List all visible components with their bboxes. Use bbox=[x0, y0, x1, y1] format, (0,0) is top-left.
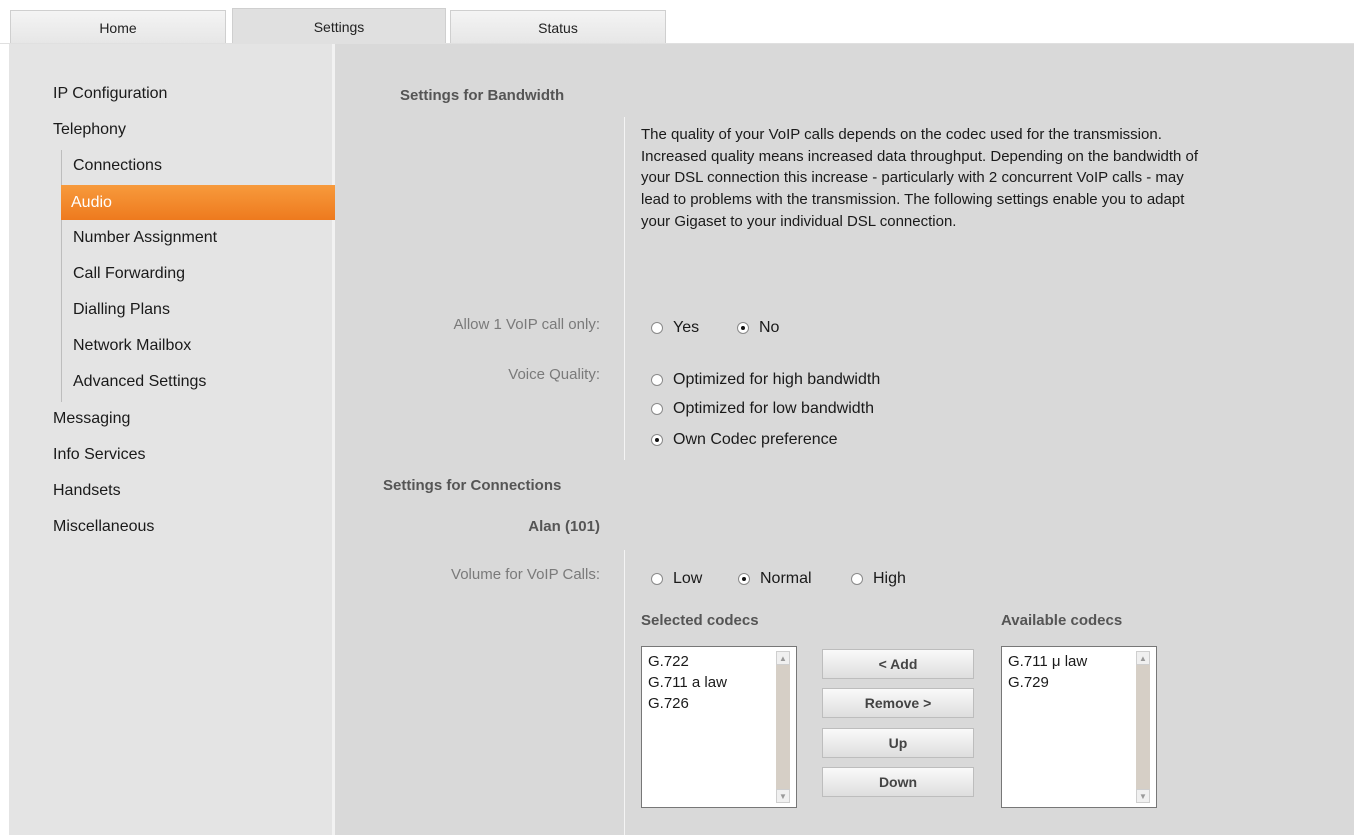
move-down-button[interactable]: Down bbox=[822, 767, 974, 797]
bandwidth-description: The quality of your VoIP calls depends o… bbox=[641, 126, 1199, 230]
connections-section-title: Settings for Connections bbox=[383, 477, 562, 494]
tab-home[interactable]: Home bbox=[10, 10, 226, 44]
sidebar-item-network-mailbox[interactable]: Network Mailbox bbox=[73, 337, 191, 355]
radio-checked-icon bbox=[651, 434, 663, 446]
allow-one-call-yes-radio[interactable]: Yes bbox=[651, 319, 699, 337]
voice-quality-high-radio[interactable]: Optimized for high bandwidth bbox=[651, 371, 880, 389]
available-codecs-list[interactable]: G.711 μ law G.729 ▲ ▼ bbox=[1001, 646, 1157, 808]
tab-settings[interactable]: Settings bbox=[232, 8, 446, 44]
volume-normal-label: Normal bbox=[760, 570, 812, 587]
scroll-down-icon[interactable]: ▼ bbox=[776, 789, 790, 803]
sidebar-item-handsets[interactable]: Handsets bbox=[53, 482, 121, 500]
sidebar-item-dialling-plans[interactable]: Dialling Plans bbox=[73, 301, 170, 319]
radio-circle-icon bbox=[851, 573, 863, 585]
list-item[interactable]: G.729 bbox=[1008, 672, 1087, 693]
column-divider-connections bbox=[624, 550, 625, 835]
selected-codecs-scrollbar[interactable]: ▲ ▼ bbox=[776, 651, 790, 803]
volume-label: Volume for VoIP Calls: bbox=[451, 566, 600, 583]
top-tab-bar: Home Settings Status bbox=[0, 0, 1354, 44]
available-codecs-items: G.711 μ law G.729 bbox=[1008, 651, 1087, 693]
available-codecs-scrollbar[interactable]: ▲ ▼ bbox=[1136, 651, 1150, 803]
voice-quality-high-label: Optimized for high bandwidth bbox=[673, 371, 881, 388]
voice-quality-label: Voice Quality: bbox=[508, 366, 600, 383]
allow-one-call-yes-label: Yes bbox=[673, 319, 700, 336]
volume-normal-radio[interactable]: Normal bbox=[738, 570, 812, 588]
list-item[interactable]: G.726 bbox=[648, 693, 727, 714]
sidebar-item-connections[interactable]: Connections bbox=[73, 157, 162, 175]
sidebar-item-audio[interactable]: Audio bbox=[61, 185, 345, 220]
selected-codecs-list[interactable]: G.722 G.711 a law G.726 ▲ ▼ bbox=[641, 646, 797, 808]
radio-circle-icon bbox=[651, 374, 663, 386]
radio-circle-icon bbox=[651, 403, 663, 415]
allow-one-call-label: Allow 1 VoIP call only: bbox=[453, 316, 600, 333]
sidebar-item-info-services[interactable]: Info Services bbox=[53, 446, 145, 464]
volume-low-label: Low bbox=[673, 570, 703, 587]
voice-quality-low-label: Optimized for low bandwidth bbox=[673, 400, 874, 417]
radio-circle-icon bbox=[651, 322, 663, 334]
radio-checked-icon bbox=[738, 573, 750, 585]
list-item[interactable]: G.722 bbox=[648, 651, 727, 672]
sidebar-item-advanced-settings[interactable]: Advanced Settings bbox=[73, 373, 206, 391]
column-divider-bandwidth bbox=[624, 117, 625, 460]
sidebar-item-miscellaneous[interactable]: Miscellaneous bbox=[53, 518, 154, 536]
scroll-down-icon[interactable]: ▼ bbox=[1136, 789, 1150, 803]
sidebar bbox=[9, 44, 332, 835]
sidebar-item-messaging[interactable]: Messaging bbox=[53, 410, 130, 428]
sidebar-item-audio-label: Audio bbox=[71, 193, 112, 211]
voice-quality-own-label: Own Codec preference bbox=[673, 431, 838, 448]
scroll-up-icon[interactable]: ▲ bbox=[1136, 651, 1150, 665]
scroll-up-icon[interactable]: ▲ bbox=[776, 651, 790, 665]
sidebar-item-ip-configuration[interactable]: IP Configuration bbox=[53, 85, 167, 103]
sidebar-item-call-forwarding[interactable]: Call Forwarding bbox=[73, 265, 185, 283]
available-codecs-title: Available codecs bbox=[1001, 612, 1123, 629]
list-item[interactable]: G.711 a law bbox=[648, 672, 727, 693]
list-item[interactable]: G.711 μ law bbox=[1008, 651, 1087, 672]
connection-name: Alan (101) bbox=[528, 518, 600, 535]
sidebar-item-telephony[interactable]: Telephony bbox=[53, 121, 126, 139]
radio-circle-icon bbox=[651, 573, 663, 585]
selected-codecs-items: G.722 G.711 a law G.726 bbox=[648, 651, 727, 714]
radio-checked-icon bbox=[737, 322, 749, 334]
remove-codec-button[interactable]: Remove > bbox=[822, 688, 974, 718]
voice-quality-low-radio[interactable]: Optimized for low bandwidth bbox=[651, 400, 874, 418]
bandwidth-section-title: Settings for Bandwidth bbox=[400, 87, 565, 104]
volume-high-label: High bbox=[873, 570, 906, 587]
selected-codecs-title: Selected codecs bbox=[641, 612, 759, 629]
add-codec-button[interactable]: < Add bbox=[822, 649, 974, 679]
sidebar-item-number-assignment[interactable]: Number Assignment bbox=[73, 229, 217, 247]
voice-quality-own-radio[interactable]: Own Codec preference bbox=[651, 431, 838, 449]
allow-one-call-no-label: No bbox=[759, 319, 780, 336]
volume-high-radio[interactable]: High bbox=[851, 570, 906, 588]
move-up-button[interactable]: Up bbox=[822, 728, 974, 758]
tab-status[interactable]: Status bbox=[450, 10, 666, 44]
allow-one-call-no-radio[interactable]: No bbox=[737, 319, 779, 337]
volume-low-radio[interactable]: Low bbox=[651, 570, 702, 588]
